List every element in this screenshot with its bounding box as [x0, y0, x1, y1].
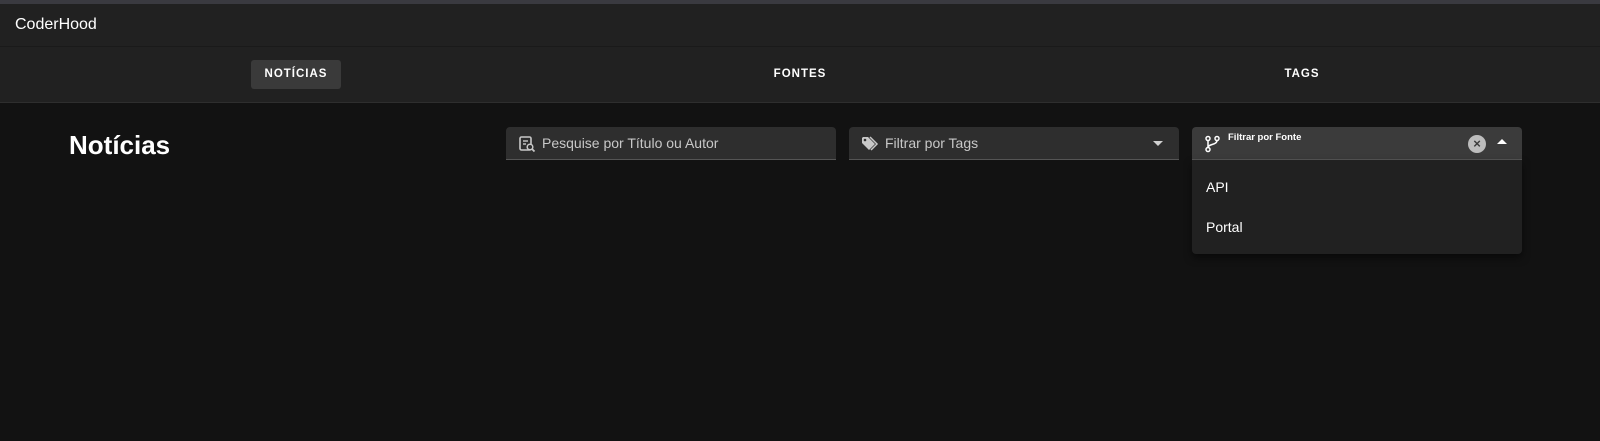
tags-placeholder: Filtrar por Tags: [885, 135, 979, 151]
search-list-icon: [519, 136, 536, 153]
chevron-up-icon[interactable]: [1497, 139, 1507, 144]
tabs-bar: NOTÍCIAS FONTES TAGS: [0, 47, 1600, 103]
app-title: CoderHood: [15, 16, 97, 33]
option-portal[interactable]: Portal: [1192, 207, 1522, 247]
source-filter-label: Filtrar por Fonte: [1228, 132, 1302, 143]
tab-tags[interactable]: TAGS: [1252, 60, 1352, 89]
clear-icon[interactable]: ×: [1468, 135, 1486, 153]
search-input[interactable]: Pesquise por Título ou Autor: [506, 127, 836, 160]
source-options-menu: API Portal: [1192, 160, 1522, 254]
tab-fontes[interactable]: FONTES: [750, 60, 850, 89]
search-placeholder: Pesquise por Título ou Autor: [542, 135, 719, 151]
source-filter-select[interactable]: Filtrar por Fonte ×: [1192, 127, 1522, 160]
source-branch-icon: [1205, 135, 1220, 153]
tags-icon: [862, 136, 879, 151]
page-title: Notícias: [69, 130, 171, 160]
tab-noticias[interactable]: NOTÍCIAS: [251, 60, 341, 89]
option-api[interactable]: API: [1192, 167, 1522, 207]
app-bar: CoderHood: [0, 4, 1600, 47]
tags-filter-select[interactable]: Filtrar por Tags: [849, 127, 1179, 160]
chevron-down-icon[interactable]: [1153, 141, 1163, 146]
